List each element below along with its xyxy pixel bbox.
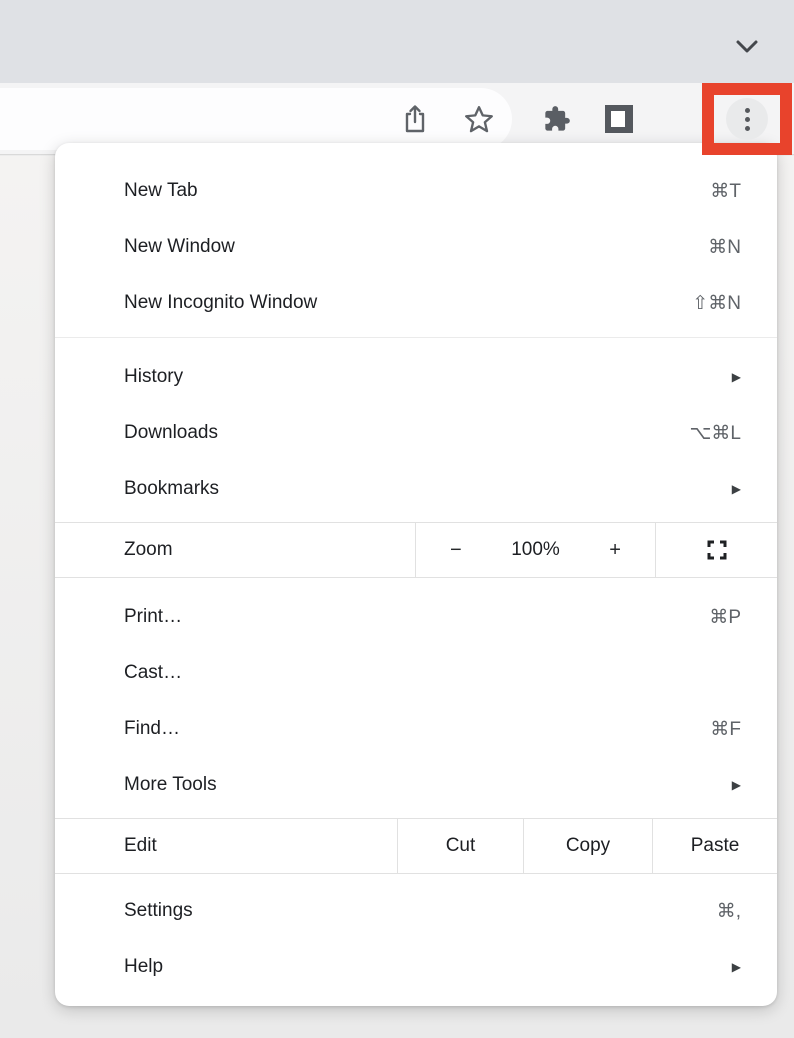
menu-item-new-incognito-window[interactable]: New Incognito Window ⇧⌘N bbox=[55, 275, 777, 331]
zoom-level: 100% bbox=[511, 539, 560, 561]
fullscreen-icon bbox=[705, 538, 729, 562]
fullscreen-button[interactable] bbox=[656, 523, 777, 577]
menu-item-label: Downloads bbox=[124, 422, 690, 444]
shortcut: ⌥⌘L bbox=[690, 422, 741, 445]
menu-item-label: More Tools bbox=[124, 774, 732, 796]
menu-item-find[interactable]: Find… ⌘F bbox=[55, 701, 777, 757]
menu-item-downloads[interactable]: Downloads ⌥⌘L bbox=[55, 405, 777, 461]
extensions-icon[interactable] bbox=[543, 105, 571, 133]
chrome-menu: New Tab ⌘T New Window ⌘N New Incognito W… bbox=[55, 143, 777, 1006]
edit-row: Edit Cut Copy Paste bbox=[55, 818, 777, 874]
menu-section-new: New Tab ⌘T New Window ⌘N New Incognito W… bbox=[55, 143, 777, 337]
address-bar[interactable] bbox=[0, 88, 512, 150]
menu-item-label: History bbox=[124, 366, 732, 388]
submenu-arrow-icon: ▶ bbox=[732, 960, 741, 974]
menu-item-settings[interactable]: Settings ⌘, bbox=[55, 883, 777, 939]
menu-item-help[interactable]: Help ▶ bbox=[55, 939, 777, 995]
zoom-controls: − 100% + bbox=[415, 523, 656, 577]
menu-item-history[interactable]: History ▶ bbox=[55, 349, 777, 405]
menu-item-new-tab[interactable]: New Tab ⌘T bbox=[55, 163, 777, 219]
menu-item-more-tools[interactable]: More Tools ▶ bbox=[55, 757, 777, 813]
shortcut: ⌘N bbox=[708, 236, 741, 259]
cut-button[interactable]: Cut bbox=[397, 819, 523, 873]
submenu-arrow-icon: ▶ bbox=[732, 482, 741, 496]
menu-section-actions: Print… ⌘P Cast… Find… ⌘F More Tools ▶ bbox=[55, 578, 777, 818]
browser-menu-button[interactable] bbox=[726, 98, 768, 140]
menu-item-label: New Tab bbox=[124, 180, 710, 202]
shortcut: ⇧⌘N bbox=[692, 292, 741, 315]
side-panel-icon[interactable] bbox=[605, 105, 633, 133]
menu-section-footer: Settings ⌘, Help ▶ bbox=[55, 874, 777, 1006]
menu-item-label: Bookmarks bbox=[124, 478, 732, 500]
shortcut: ⌘, bbox=[717, 900, 741, 923]
shortcut: ⌘P bbox=[709, 606, 741, 629]
menu-section-nav: History ▶ Downloads ⌥⌘L Bookmarks ▶ bbox=[55, 338, 777, 522]
menu-item-label: Settings bbox=[124, 900, 717, 922]
menu-item-label: Find… bbox=[124, 718, 710, 740]
tab-strip bbox=[0, 0, 794, 83]
edit-label: Edit bbox=[55, 819, 397, 873]
menu-item-label: Cast… bbox=[124, 662, 741, 684]
menu-item-print[interactable]: Print… ⌘P bbox=[55, 589, 777, 645]
menu-item-bookmarks[interactable]: Bookmarks ▶ bbox=[55, 461, 777, 517]
share-icon[interactable] bbox=[399, 101, 431, 137]
zoom-in-button[interactable]: + bbox=[609, 539, 621, 562]
menu-item-label: New Incognito Window bbox=[124, 292, 692, 314]
menu-item-new-window[interactable]: New Window ⌘N bbox=[55, 219, 777, 275]
menu-dots-icon bbox=[745, 108, 750, 113]
submenu-arrow-icon: ▶ bbox=[732, 370, 741, 384]
zoom-out-button[interactable]: − bbox=[450, 539, 462, 562]
zoom-label: Zoom bbox=[55, 523, 415, 577]
menu-item-label: Print… bbox=[124, 606, 709, 628]
menu-item-cast[interactable]: Cast… bbox=[55, 645, 777, 701]
menu-item-label: New Window bbox=[124, 236, 708, 258]
paste-button[interactable]: Paste bbox=[652, 819, 777, 873]
copy-button[interactable]: Copy bbox=[523, 819, 652, 873]
shortcut: ⌘F bbox=[710, 718, 741, 741]
shortcut: ⌘T bbox=[710, 180, 741, 203]
menu-item-label: Help bbox=[124, 956, 732, 978]
zoom-row: Zoom − 100% + bbox=[55, 522, 777, 578]
chevron-down-icon[interactable] bbox=[734, 37, 760, 60]
submenu-arrow-icon: ▶ bbox=[732, 778, 741, 792]
bookmark-star-icon[interactable] bbox=[464, 104, 494, 134]
